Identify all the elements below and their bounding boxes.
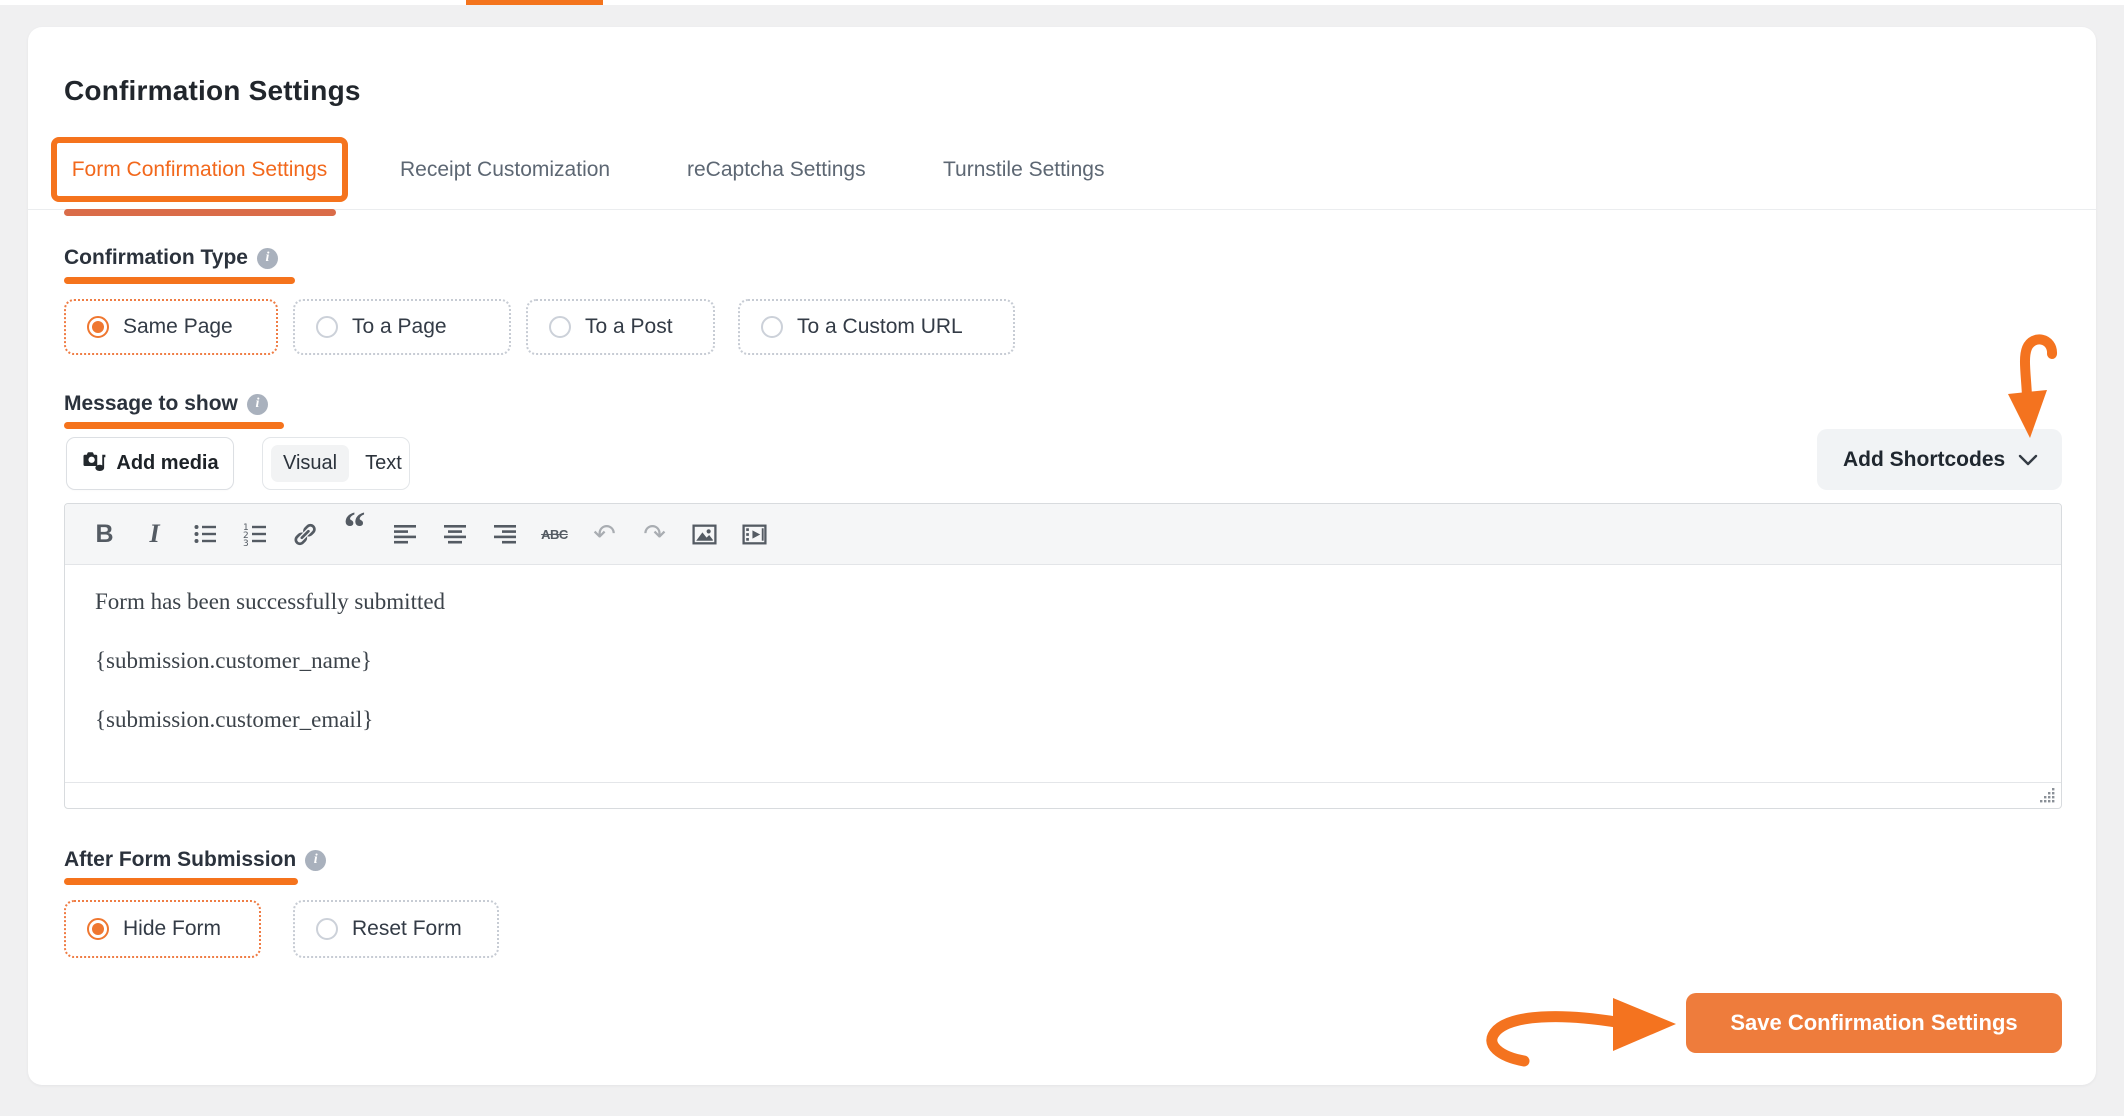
message-to-show-label: Message to show i <box>64 392 268 416</box>
strikethrough-button[interactable]: ABC <box>539 516 570 552</box>
editor-content-area[interactable]: Form has been successfully submitted {su… <box>65 565 2061 782</box>
radio-selected-icon <box>87 918 109 940</box>
add-media-label: Add media <box>116 452 218 475</box>
insert-image-icon <box>691 521 718 548</box>
radio-option-label: To a Page <box>352 315 447 339</box>
add-shortcodes-label: Add Shortcodes <box>1843 448 2005 472</box>
info-icon[interactable]: i <box>247 394 268 415</box>
active-tab-indicator <box>64 209 336 216</box>
align-center-button[interactable] <box>439 516 470 552</box>
radio-option-reset-form[interactable]: Reset Form <box>293 900 499 958</box>
redo-button[interactable]: ↷ <box>639 516 670 552</box>
radio-option-to-a-custom-url[interactable]: To a Custom URL <box>738 299 1015 355</box>
bulleted-list-icon <box>192 521 218 547</box>
confirmation-type-label-text: Confirmation Type <box>64 246 248 270</box>
annotation-underline <box>64 878 298 885</box>
annotation-underline <box>64 277 295 284</box>
editor-mode-switcher: Visual Text <box>262 437 410 490</box>
editor-paragraph: Form has been successfully submitted <box>95 587 2031 617</box>
tab-form-confirmation-settings[interactable]: Form Confirmation Settings <box>72 158 328 182</box>
undo-icon: ↶ <box>593 521 616 548</box>
tab-turnstile-settings[interactable]: Turnstile Settings <box>943 158 1104 182</box>
align-right-icon <box>492 521 518 547</box>
align-left-button[interactable] <box>389 516 420 552</box>
radio-selected-icon <box>87 316 109 338</box>
top-accent-bar <box>466 0 603 5</box>
radio-unselected-icon <box>316 918 338 940</box>
bulleted-list-button[interactable] <box>189 516 220 552</box>
radio-option-label: Hide Form <box>123 917 221 941</box>
annotation-highlight-box: Form Confirmation Settings <box>51 137 348 202</box>
blockquote-button[interactable]: “ <box>339 516 370 552</box>
radio-unselected-icon <box>316 316 338 338</box>
top-strip <box>0 0 2124 5</box>
visual-tab[interactable]: Visual <box>271 445 349 482</box>
radio-option-hide-form[interactable]: Hide Form <box>64 900 261 958</box>
add-media-button[interactable]: Add media <box>66 437 234 490</box>
radio-unselected-icon <box>761 316 783 338</box>
insert-image-button[interactable] <box>689 516 720 552</box>
tab-recaptcha-settings[interactable]: reCaptcha Settings <box>687 158 866 182</box>
add-shortcodes-button[interactable]: Add Shortcodes <box>1817 429 2062 490</box>
numbered-list-button[interactable]: 1 2 3 <box>239 516 270 552</box>
strikethrough-icon: ABC <box>541 527 568 542</box>
svg-text:3: 3 <box>243 539 249 547</box>
undo-button[interactable]: ↶ <box>589 516 620 552</box>
align-center-icon <box>442 521 468 547</box>
align-left-icon <box>392 521 418 547</box>
link-icon <box>292 522 317 547</box>
confirmation-settings-card: Confirmation Settings Form Confirmation … <box>28 27 2096 1085</box>
bold-button[interactable]: B <box>89 516 120 552</box>
confirmation-type-label: Confirmation Type i <box>64 246 278 270</box>
radio-option-same-page[interactable]: Same Page <box>64 299 278 355</box>
link-button[interactable] <box>289 516 320 552</box>
numbered-list-icon: 1 2 3 <box>242 521 268 547</box>
editor-status-bar <box>65 782 2061 808</box>
radio-option-to-a-page[interactable]: To a Page <box>293 299 511 355</box>
radio-option-label: To a Custom URL <box>797 315 963 339</box>
tabs-divider <box>28 209 2096 210</box>
page-title: Confirmation Settings <box>64 75 361 107</box>
after-form-submission-label: After Form Submission i <box>64 848 326 872</box>
resize-grip-icon[interactable] <box>2039 787 2056 804</box>
info-icon[interactable]: i <box>305 850 326 871</box>
save-confirmation-settings-button[interactable]: Save Confirmation Settings <box>1686 993 2062 1053</box>
radio-unselected-icon <box>549 316 571 338</box>
radio-option-label: Same Page <box>123 315 233 339</box>
message-editor: B I 1 2 3 <box>64 503 2062 809</box>
info-icon[interactable]: i <box>257 248 278 269</box>
editor-paragraph: {submission.customer_name} <box>95 646 2031 676</box>
bold-icon: B <box>95 520 113 549</box>
page: Confirmation Settings Form Confirmation … <box>0 0 2124 1116</box>
chevron-down-icon <box>2018 454 2038 466</box>
radio-option-label: To a Post <box>585 315 673 339</box>
annotation-underline <box>64 422 284 429</box>
insert-video-icon <box>741 521 768 548</box>
insert-video-button[interactable] <box>739 516 770 552</box>
editor-toolbar: B I 1 2 3 <box>65 504 2061 565</box>
after-form-submission-label-text: After Form Submission <box>64 848 296 872</box>
camera-media-icon <box>81 451 106 476</box>
align-right-button[interactable] <box>489 516 520 552</box>
redo-icon: ↷ <box>643 521 666 548</box>
radio-option-label: Reset Form <box>352 917 462 941</box>
tab-receipt-customization[interactable]: Receipt Customization <box>400 158 610 182</box>
italic-icon: I <box>149 519 159 549</box>
radio-option-to-a-post[interactable]: To a Post <box>526 299 715 355</box>
message-to-show-label-text: Message to show <box>64 392 238 416</box>
blockquote-icon: “ <box>344 523 366 545</box>
editor-paragraph: {submission.customer_email} <box>95 705 2031 735</box>
text-tab[interactable]: Text <box>353 445 414 482</box>
italic-button[interactable]: I <box>139 516 170 552</box>
